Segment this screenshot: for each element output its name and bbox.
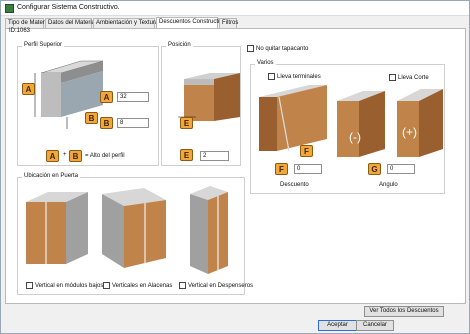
descuento-label: Descuento (280, 182, 309, 188)
lleva-corte-checkbox[interactable]: Lleva Corte (389, 74, 429, 81)
verticales-alacenas-checkbox[interactable]: Verticales en Alacenas (103, 282, 172, 289)
tab-descuentos[interactable]: Descuentos Constructivos (156, 17, 229, 28)
verticales-alacenas-box[interactable] (103, 282, 110, 289)
lleva-corte-box[interactable] (389, 74, 396, 81)
ubicacion-group: Ubicación en Puerta Vertical en módulos … (17, 173, 253, 295)
perfil-image (34, 60, 104, 129)
posicion-title: Posición (166, 42, 193, 48)
vertical-despenseros-box[interactable] (179, 282, 186, 289)
tab-tipo-material[interactable]: Tipo de Material (5, 18, 51, 28)
tab-datos-material[interactable]: Datos del Material (45, 18, 96, 28)
perfil-b-input[interactable]: 8 (117, 118, 149, 128)
posicion-e-input[interactable]: 2 (200, 151, 229, 161)
formula-plus: + (63, 152, 67, 158)
lleva-corte-label: Lleva Corte (398, 74, 429, 81)
formula-text: = Alto del perfil (85, 153, 125, 159)
title-bar: Configurar Sistema Constructivo. (1, 1, 469, 16)
vertical-bajos-checkbox[interactable]: Vertical en módulos bajos (26, 282, 103, 289)
descuento-image (259, 85, 327, 152)
no-quitar-label: No quitar tapacanto (256, 45, 309, 52)
formula-b: B (69, 150, 82, 162)
no-quitar-box[interactable] (247, 45, 254, 52)
alacena-image (102, 188, 166, 268)
perfil-a-input[interactable]: 32 (117, 92, 149, 102)
badge-b: B (85, 112, 98, 124)
vertical-despenseros-label: Vertical en Despenseros (188, 282, 254, 289)
no-quitar-checkbox[interactable]: No quitar tapacanto (247, 45, 308, 52)
vertical-bajos-label: Vertical en módulos bajos (35, 282, 104, 289)
id-label: ID:1063 (9, 28, 31, 34)
ver-todos-descuentos-button[interactable]: Ver Todos los Descuentos (364, 306, 444, 317)
config-window: Configurar Sistema Constructivo. Tipo de… (0, 0, 470, 334)
formula-a: A (46, 150, 59, 162)
angulo-minus-image (337, 91, 385, 157)
tab-filtros[interactable]: Filtros (219, 18, 238, 28)
angulo-g-input[interactable]: 0 (387, 164, 415, 174)
descuento-f-input[interactable]: 0 (294, 164, 322, 174)
varios-title: Varios (255, 60, 276, 66)
posicion-group: Posición E E 2 (161, 42, 241, 166)
ubicacion-title: Ubicación en Puerta (22, 173, 81, 179)
app-icon (5, 4, 14, 13)
lleva-terminales-box[interactable] (268, 73, 275, 80)
tab-ambientacion[interactable]: Ambientación y Texturas (93, 18, 161, 28)
despensero-image (190, 186, 228, 274)
vertical-bajos-box[interactable] (26, 282, 33, 289)
badge-a: A (22, 83, 35, 95)
aceptar-button[interactable]: Aceptar (318, 320, 357, 331)
badge-g-field: G (368, 163, 381, 175)
plus-symbol: (+) (402, 125, 417, 139)
perfil-superior-title: Perfil Superior (22, 42, 65, 48)
badge-e-field: E (180, 149, 193, 161)
badge-e: E (180, 117, 193, 129)
window-title: Configurar Sistema Constructivo. (17, 4, 120, 11)
badge-a-field: A (100, 91, 113, 103)
badge-f: F (300, 145, 313, 157)
angulo-label: Angulo (379, 182, 398, 188)
cancelar-button[interactable]: Cancelar (356, 320, 394, 331)
lleva-terminales-checkbox[interactable]: Lleva terminales (268, 73, 321, 80)
varios-group: Varios Lleva terminales Lleva Corte (-) (250, 60, 445, 194)
tab-panel: ID:1063 Perfil Superior A A 32 B B 8 A +… (5, 28, 466, 317)
angulo-plus-image (397, 89, 443, 157)
perfil-superior-group: Perfil Superior A A 32 B B 8 A + B = Alt… (17, 42, 159, 166)
minus-symbol: (-) (349, 130, 361, 144)
verticales-alacenas-label: Verticales en Alacenas (112, 282, 173, 289)
vertical-despenseros-checkbox[interactable]: Vertical en Despenseros (179, 282, 253, 289)
lleva-terminales-label: Lleva terminales (277, 73, 321, 80)
modulo-bajo-image (26, 192, 88, 264)
badge-f-field: F (275, 163, 288, 175)
badge-b-field: B (100, 117, 113, 129)
